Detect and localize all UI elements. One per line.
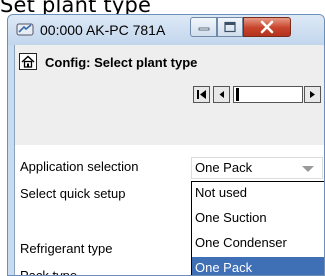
application-selection-select[interactable]: One Pack: [191, 157, 323, 179]
next-page-icon: [310, 91, 315, 98]
dropdown-option-one-condenser[interactable]: One Condenser: [192, 232, 324, 257]
controller-icon: [16, 23, 34, 36]
title-bar[interactable]: 00:000 AK-PC 781A: [8, 15, 324, 45]
window-title: 00:000 AK-PC 781A: [40, 22, 166, 38]
home-icon[interactable]: [19, 53, 37, 70]
chevron-down-icon[interactable]: [302, 166, 314, 172]
next-page-button[interactable]: [304, 86, 321, 103]
config-header: Config: Select plant type: [15, 45, 324, 145]
page-slider-thumb[interactable]: [236, 88, 239, 101]
dropdown-option-one-pack[interactable]: One Pack: [192, 257, 324, 275]
dropdown-list: Not used One Suction One Condenser One P…: [191, 181, 324, 275]
first-page-icon: [197, 90, 206, 99]
refrigerant-type-label: Refrigerant type: [20, 241, 113, 256]
dropdown-option-one-suction[interactable]: One Suction: [192, 207, 324, 232]
application-window: 00:000 AK-PC 781A Config: Select plant t…: [7, 14, 325, 276]
client-area: Config: Select plant type Application se…: [14, 45, 324, 276]
prev-page-button[interactable]: [213, 86, 230, 103]
application-selection-label: Application selection: [20, 159, 139, 174]
minimize-button[interactable]: [190, 17, 217, 37]
page-slider[interactable]: [233, 86, 303, 103]
maximize-icon: [224, 21, 236, 33]
pack-type-label: Pack type: [20, 268, 78, 276]
close-icon: [260, 20, 274, 34]
prev-page-icon: [219, 91, 224, 98]
config-title: Config: Select plant type: [45, 55, 198, 70]
maximize-button[interactable]: [217, 17, 243, 37]
first-page-button[interactable]: [193, 86, 210, 103]
quick-setup-label: Select quick setup: [20, 186, 126, 201]
minimize-icon: [198, 27, 209, 31]
close-button[interactable]: [243, 17, 291, 37]
select-value: One Pack: [195, 160, 253, 175]
dropdown-option-not-used[interactable]: Not used: [192, 182, 324, 207]
